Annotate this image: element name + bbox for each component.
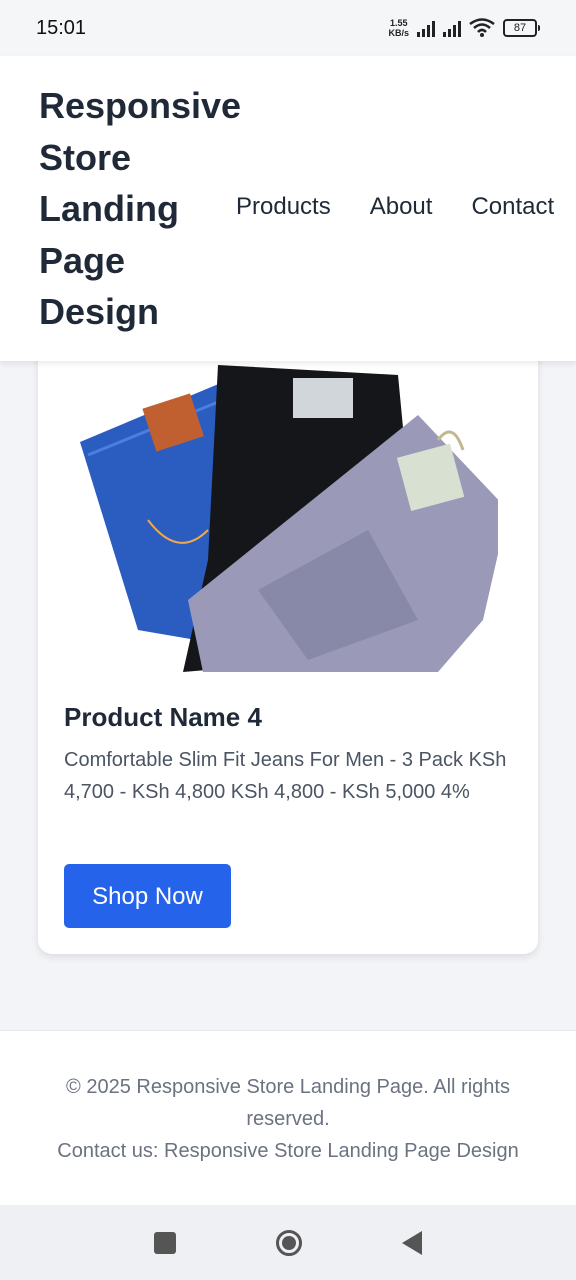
nav-link-about[interactable]: About <box>370 193 433 221</box>
network-speed-unit: KB/s <box>388 28 409 38</box>
nav-link-contact[interactable]: Contact <box>471 193 554 221</box>
jeans-image <box>80 365 498 672</box>
shop-now-button[interactable]: Shop Now <box>64 864 231 928</box>
battery-icon: 87 <box>503 19 540 37</box>
nav-link-products[interactable]: Products <box>236 193 331 221</box>
signal-icon <box>443 19 461 37</box>
product-card: Product Name 4 Comfortable Slim Fit Jean… <box>38 320 538 954</box>
site-header: Responsive Store Landing Page Design Pro… <box>0 56 576 361</box>
site-title: Responsive Store Landing Page Design <box>39 85 242 332</box>
recent-apps-icon[interactable] <box>154 1231 176 1254</box>
home-icon[interactable] <box>276 1229 302 1256</box>
site-footer: © 2025 Responsive Store Landing Page. Al… <box>0 1030 576 1205</box>
status-icons: 1.55 KB/s 87 <box>388 18 540 38</box>
network-speed-value: 1.55 <box>389 18 408 28</box>
product-description: Comfortable Slim Fit Jeans For Men - 3 P… <box>64 749 507 803</box>
status-time: 15:01 <box>36 16 87 39</box>
network-speed: 1.55 KB/s <box>388 18 409 38</box>
status-bar: 15:01 1.55 KB/s 87 <box>0 0 576 56</box>
wifi-icon <box>469 18 495 37</box>
system-nav-bar <box>0 1205 576 1280</box>
signal-icon <box>417 19 435 37</box>
back-icon[interactable] <box>402 1230 422 1255</box>
footer-contact: Contact us: Responsive Store Landing Pag… <box>57 1140 519 1162</box>
battery-level: 87 <box>503 19 537 37</box>
product-name: Product Name 4 <box>64 702 262 732</box>
footer-copyright: © 2025 Responsive Store Landing Page. Al… <box>66 1076 510 1130</box>
main-nav: Products About Contact <box>236 193 554 221</box>
